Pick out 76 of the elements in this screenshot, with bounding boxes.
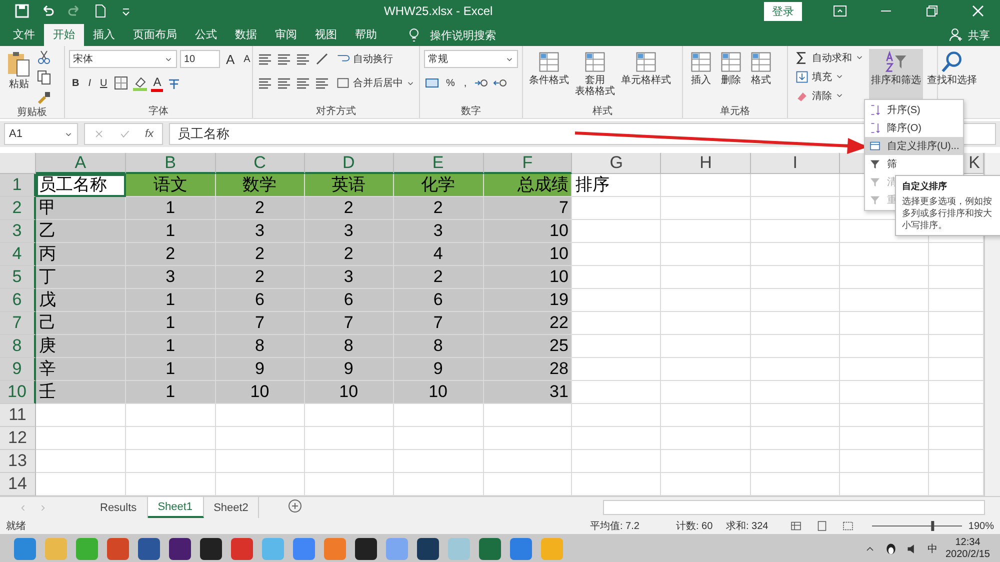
- table-cell: 9: [304, 358, 394, 381]
- table-cell: 数学: [216, 174, 305, 197]
- clock-date: 2020/2/15: [946, 549, 990, 561]
- table-cell: 1: [126, 358, 216, 381]
- table-cell: 2: [394, 266, 484, 289]
- group-label: 字体: [148, 106, 168, 117]
- table-cell: 8: [216, 335, 305, 358]
- table-cell: 10: [484, 266, 572, 289]
- table-cell: 3: [216, 220, 305, 243]
- table-cell: 7: [484, 197, 572, 220]
- table-cell: 1: [126, 312, 216, 335]
- table-cell: 10: [394, 381, 484, 404]
- table-cell: 8: [394, 335, 484, 358]
- table-cell: 6: [394, 289, 484, 312]
- table-cell: 庚: [36, 335, 126, 358]
- table-cell: 员工名称: [36, 174, 126, 197]
- table-cell: 1: [126, 289, 216, 312]
- table-cell: 2: [394, 197, 484, 220]
- table-cell: 10: [484, 220, 572, 243]
- table-cell: 戊: [36, 289, 126, 312]
- table-cell: 31: [484, 381, 572, 404]
- table-cell: 2: [216, 243, 305, 266]
- table-cell: 辛: [36, 358, 126, 381]
- tooltip-title: 自定义排序: [902, 180, 948, 192]
- table-cell: 化学: [394, 174, 484, 197]
- clock-time: 12:34: [955, 537, 980, 549]
- table-cell: 乙: [36, 220, 126, 243]
- table-cell: 2: [304, 197, 394, 220]
- table-cell: 9: [394, 358, 484, 381]
- table-cell: 10: [216, 381, 305, 404]
- table-cell: 7: [304, 312, 394, 335]
- table-cell: 8: [304, 335, 394, 358]
- table-cell: 3: [304, 220, 394, 243]
- table-cell: 己: [36, 312, 126, 335]
- table-cell: 10: [304, 381, 394, 404]
- table-cell: 10: [484, 243, 572, 266]
- group-label: 样式: [592, 106, 612, 117]
- table-cell: 3: [126, 266, 216, 289]
- group-label: 剪贴板: [17, 107, 47, 118]
- table-cell: 甲: [36, 197, 126, 220]
- table-cell: 丁: [36, 266, 126, 289]
- table-cell: 1: [126, 220, 216, 243]
- table-cell: 总成绩: [484, 174, 572, 197]
- table-cell: 4: [394, 243, 484, 266]
- table-cell: 语文: [126, 174, 216, 197]
- table-cell: 6: [304, 289, 394, 312]
- status-text: 就绪: [6, 520, 27, 533]
- table-cell: 7: [216, 312, 305, 335]
- window-title: WHW25.xlsx - Excel: [384, 4, 494, 18]
- status-average: 平均值: 7.2: [590, 520, 640, 533]
- table-cell: 3: [304, 266, 394, 289]
- status-sum: 求和: 324: [726, 520, 770, 533]
- table-cell: 19: [484, 289, 572, 312]
- table-cell: 壬: [36, 381, 126, 404]
- table-cell: 25: [484, 335, 572, 358]
- table-cell: 9: [216, 358, 305, 381]
- group-label: 数字: [461, 106, 481, 117]
- table-cell: 7: [394, 312, 484, 335]
- status-count: 计数: 60: [676, 520, 714, 533]
- table-cell: 2: [216, 197, 305, 220]
- group-label: 对齐方式: [316, 106, 356, 117]
- table-cell: 1: [126, 197, 216, 220]
- table-cell: 排序: [572, 174, 662, 197]
- table-cell: 1: [126, 335, 216, 358]
- table-cell: 丙: [36, 243, 126, 266]
- table-cell: 英语: [304, 174, 394, 197]
- table-cell: 2: [126, 243, 216, 266]
- table-cell: 22: [484, 312, 572, 335]
- table-cell: 28: [484, 358, 572, 381]
- group-label: 单元格: [720, 106, 750, 117]
- table-cell: 2: [304, 243, 394, 266]
- tooltip-text: 选择更多选项，例如按多列或多行排序和按大小写排序。: [902, 196, 992, 230]
- table-cell: 1: [126, 381, 216, 404]
- table-cell: 2: [216, 266, 305, 289]
- table-cell: 6: [216, 289, 305, 312]
- table-cell: 3: [394, 220, 484, 243]
